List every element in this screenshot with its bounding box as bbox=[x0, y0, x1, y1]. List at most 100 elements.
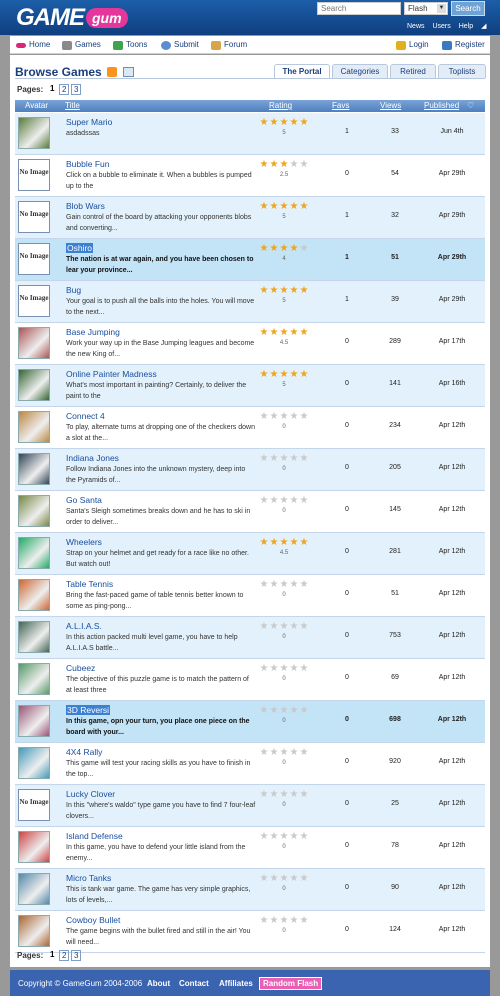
game-thumbnail[interactable] bbox=[18, 327, 50, 359]
star-icon[interactable]: ★ bbox=[289, 580, 299, 590]
star-icon[interactable]: ★ bbox=[269, 370, 279, 380]
table-row[interactable]: Island Defense In this game, you have to … bbox=[15, 827, 485, 869]
table-row[interactable]: No Image Bug Your goal is to push all the … bbox=[15, 281, 485, 323]
col-favs[interactable]: Favs bbox=[332, 101, 349, 110]
table-row[interactable]: No Image Bubble Fun Click on a bubble to e… bbox=[15, 155, 485, 197]
table-row[interactable]: Online Painter Madness What's most import… bbox=[15, 365, 485, 407]
star-icon[interactable]: ★ bbox=[269, 454, 279, 464]
sort-icon[interactable]: ♡ bbox=[467, 101, 474, 110]
game-thumbnail[interactable] bbox=[18, 579, 50, 611]
star-icon[interactable]: ★ bbox=[259, 790, 269, 800]
star-icon[interactable]: ★ bbox=[279, 412, 289, 422]
star-icon[interactable]: ★ bbox=[259, 496, 269, 506]
star-icon[interactable]: ★ bbox=[279, 538, 289, 548]
star-icon[interactable]: ★ bbox=[279, 790, 289, 800]
star-icon[interactable]: ★ bbox=[299, 454, 309, 464]
star-icon[interactable]: ★ bbox=[299, 328, 309, 338]
gamegum-logo[interactable]: GAME gum bbox=[16, 4, 128, 31]
star-icon[interactable]: ★ bbox=[289, 706, 299, 716]
rating-stars[interactable]: ★ ★ ★ ★ ★ bbox=[259, 916, 309, 926]
game-title-link[interactable]: Go Santa bbox=[66, 495, 102, 505]
help-link[interactable]: Help bbox=[459, 23, 473, 30]
star-icon[interactable]: ★ bbox=[289, 286, 299, 296]
game-title-link[interactable]: 3D Reversi bbox=[66, 705, 111, 715]
star-icon[interactable]: ★ bbox=[299, 832, 309, 842]
star-icon[interactable]: ★ bbox=[289, 412, 299, 422]
star-icon[interactable]: ★ bbox=[299, 748, 309, 758]
view-toggle-icon[interactable] bbox=[123, 67, 134, 77]
star-icon[interactable]: ★ bbox=[299, 160, 309, 170]
rating-stars[interactable]: ★ ★ ★ ★ ★ bbox=[259, 118, 309, 128]
game-title-link[interactable]: Super Mario bbox=[66, 117, 112, 127]
rating-stars[interactable]: ★ ★ ★ ★ ★ bbox=[259, 454, 309, 464]
game-thumbnail[interactable] bbox=[18, 621, 50, 653]
game-thumbnail[interactable] bbox=[18, 705, 50, 737]
star-icon[interactable]: ★ bbox=[279, 580, 289, 590]
star-icon[interactable]: ★ bbox=[289, 664, 299, 674]
table-row[interactable]: A.L.I.A.S. In this action packed multi le… bbox=[15, 617, 485, 659]
star-icon[interactable]: ★ bbox=[259, 664, 269, 674]
star-icon[interactable]: ★ bbox=[259, 244, 269, 254]
rating-stars[interactable]: ★ ★ ★ ★ ★ bbox=[259, 748, 309, 758]
star-icon[interactable]: ★ bbox=[269, 328, 279, 338]
star-icon[interactable]: ★ bbox=[289, 874, 299, 884]
star-icon[interactable]: ★ bbox=[269, 286, 279, 296]
game-thumbnail[interactable]: No Image bbox=[18, 201, 50, 233]
star-icon[interactable]: ★ bbox=[259, 370, 269, 380]
star-icon[interactable]: ★ bbox=[269, 790, 279, 800]
star-icon[interactable]: ★ bbox=[269, 496, 279, 506]
users-link[interactable]: Users bbox=[432, 23, 450, 30]
page-1[interactable]: 1 bbox=[47, 84, 57, 95]
star-icon[interactable]: ★ bbox=[279, 622, 289, 632]
rating-stars[interactable]: ★ ★ ★ ★ ★ bbox=[259, 160, 309, 170]
star-icon[interactable]: ★ bbox=[289, 832, 299, 842]
rss-icon[interactable] bbox=[107, 67, 117, 77]
star-icon[interactable]: ★ bbox=[279, 454, 289, 464]
game-title-link[interactable]: Bubble Fun bbox=[66, 159, 109, 169]
nav-forum[interactable]: Forum bbox=[211, 36, 247, 54]
star-icon[interactable]: ★ bbox=[299, 622, 309, 632]
rating-stars[interactable]: ★ ★ ★ ★ ★ bbox=[259, 244, 309, 254]
game-thumbnail[interactable]: No Image bbox=[18, 285, 50, 317]
star-icon[interactable]: ★ bbox=[279, 328, 289, 338]
game-title-link[interactable]: Base Jumping bbox=[66, 327, 120, 337]
rating-stars[interactable]: ★ ★ ★ ★ ★ bbox=[259, 412, 309, 422]
star-icon[interactable]: ★ bbox=[289, 748, 299, 758]
table-row[interactable]: Connect 4 To play, alternate turns at dro… bbox=[15, 407, 485, 449]
game-thumbnail[interactable]: No Image bbox=[18, 159, 50, 191]
game-title-link[interactable]: Micro Tanks bbox=[66, 873, 111, 883]
rating-stars[interactable]: ★ ★ ★ ★ ★ bbox=[259, 664, 309, 674]
rating-stars[interactable]: ★ ★ ★ ★ ★ bbox=[259, 580, 309, 590]
footer-about[interactable]: About bbox=[147, 979, 170, 988]
nav-register[interactable]: Register bbox=[442, 36, 485, 54]
col-title[interactable]: Title bbox=[65, 101, 80, 110]
game-title-link[interactable]: Lucky Clover bbox=[66, 789, 115, 799]
game-title-link[interactable]: Connect 4 bbox=[66, 411, 105, 421]
table-row[interactable]: 4X4 Rally This game will test your racing… bbox=[15, 743, 485, 785]
star-icon[interactable]: ★ bbox=[269, 202, 279, 212]
star-icon[interactable]: ★ bbox=[299, 412, 309, 422]
star-icon[interactable]: ★ bbox=[269, 706, 279, 716]
star-icon[interactable]: ★ bbox=[269, 412, 279, 422]
game-thumbnail[interactable] bbox=[18, 369, 50, 401]
star-icon[interactable]: ★ bbox=[299, 496, 309, 506]
star-icon[interactable]: ★ bbox=[269, 874, 279, 884]
game-title-link[interactable]: 4X4 Rally bbox=[66, 747, 102, 757]
star-icon[interactable]: ★ bbox=[299, 202, 309, 212]
game-title-link[interactable]: Online Painter Madness bbox=[66, 369, 157, 379]
game-title-link[interactable]: Wheelers bbox=[66, 537, 102, 547]
star-icon[interactable]: ★ bbox=[289, 790, 299, 800]
star-icon[interactable]: ★ bbox=[279, 160, 289, 170]
star-icon[interactable]: ★ bbox=[259, 160, 269, 170]
star-icon[interactable]: ★ bbox=[299, 286, 309, 296]
star-icon[interactable]: ★ bbox=[269, 580, 279, 590]
star-icon[interactable]: ★ bbox=[279, 244, 289, 254]
rating-stars[interactable]: ★ ★ ★ ★ ★ bbox=[259, 328, 309, 338]
table-row[interactable]: Micro Tanks This is tank war game. The ga… bbox=[15, 869, 485, 911]
nav-games[interactable]: Games bbox=[62, 36, 101, 54]
star-icon[interactable]: ★ bbox=[299, 874, 309, 884]
table-row[interactable]: Indiana Jones Follow Indiana Jones into t… bbox=[15, 449, 485, 491]
game-thumbnail[interactable] bbox=[18, 663, 50, 695]
star-icon[interactable]: ★ bbox=[289, 454, 299, 464]
star-icon[interactable]: ★ bbox=[269, 664, 279, 674]
